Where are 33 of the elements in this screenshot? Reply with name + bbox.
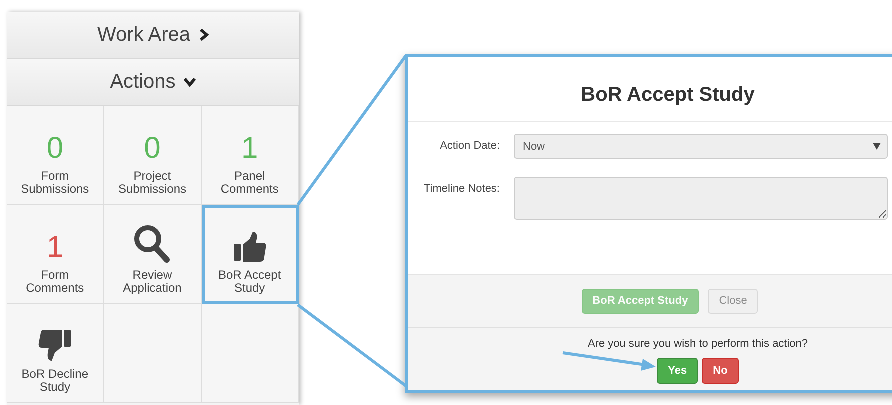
tile-label: Form Submissions: [20, 170, 90, 196]
tile-label: BoR Decline Study: [20, 368, 90, 394]
confirm-question: Are you sure you wish to perform this action?: [588, 338, 808, 350]
action-tile[interactable]: 0 Form Submissions: [7, 106, 104, 205]
count-number: 0: [46, 134, 64, 164]
notes-field[interactable]: [514, 177, 888, 220]
count-number: 1: [46, 233, 64, 263]
tile-label: Review Application: [122, 269, 183, 295]
work-area-header[interactable]: Work Area: [7, 12, 299, 59]
action-tile[interactable]: 1 Form Comments: [7, 205, 104, 304]
action-tile[interactable]: Review Application: [104, 205, 202, 304]
thumbs-up-icon: [232, 231, 267, 263]
chevron-down-icon: [184, 77, 196, 87]
tile-label: BoR Accept Study: [217, 269, 282, 295]
action-tile[interactable]: 0 Project Submissions: [104, 106, 202, 205]
count-number: 1: [241, 134, 258, 164]
tile-label: Panel Comments: [220, 170, 280, 196]
actions-header[interactable]: Actions: [7, 59, 299, 106]
field-label: Action Date:: [439, 139, 501, 152]
no-button[interactable]: No: [702, 358, 739, 384]
field-label: Timeline Notes:: [422, 182, 501, 195]
action-tile[interactable]: BoR Decline Study: [7, 304, 104, 403]
search-icon: [134, 225, 170, 263]
chevron-right-icon: [198, 29, 208, 41]
tile-label: Project Submissions: [117, 170, 188, 196]
caret-icon: [873, 142, 881, 150]
action-tile[interactable]: 1 Panel Comments: [202, 106, 299, 205]
action-tile[interactable]: BoR Accept Study: [202, 205, 299, 304]
count-number: 0: [144, 134, 161, 164]
tile-label: Form Comments: [25, 269, 86, 295]
action-date-dropdown[interactable]: Now: [514, 134, 888, 159]
thumbs-down-icon: [38, 328, 72, 362]
dialog-title: BoR Accept Study: [408, 69, 892, 122]
